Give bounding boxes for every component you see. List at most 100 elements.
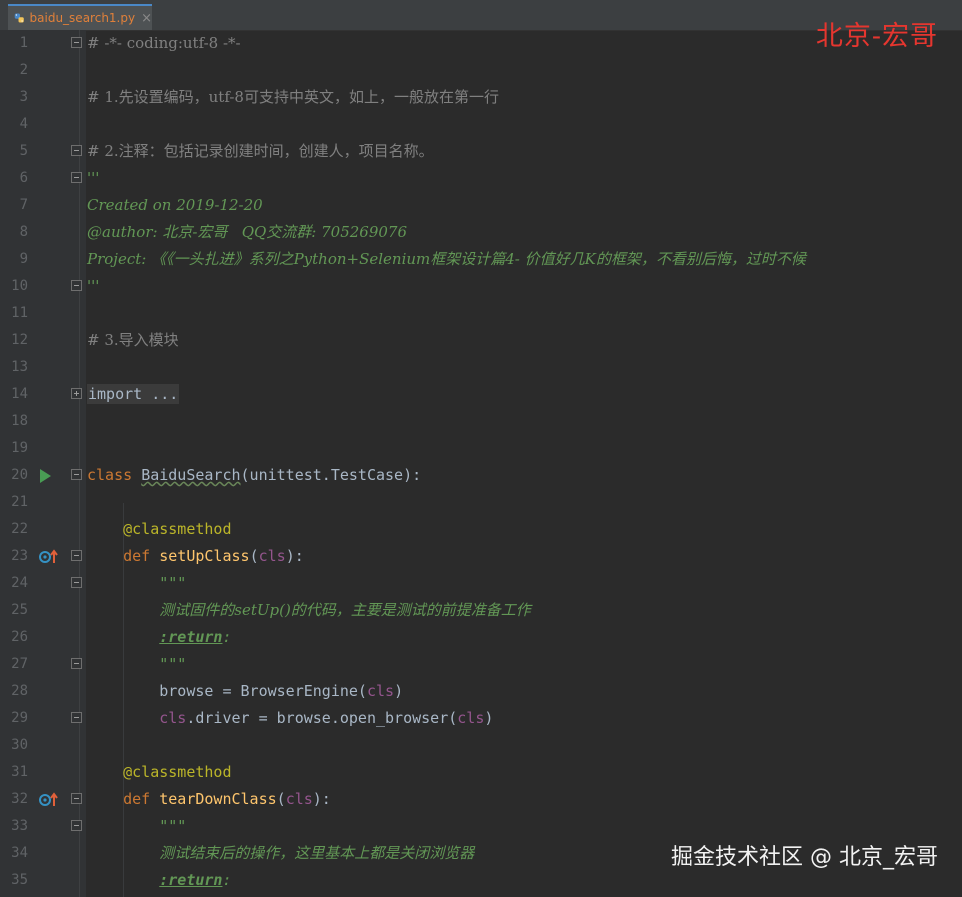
code-text: # -*- coding:utf-8 -*-: [87, 30, 241, 57]
code-line[interactable]: 10 ''': [0, 273, 962, 300]
fold-collapse-icon[interactable]: [71, 37, 82, 48]
code-line[interactable]: 32 def tearDownClass(cls):: [0, 786, 962, 813]
fold-collapse-icon[interactable]: [71, 469, 82, 480]
code-token: # 2.注释：包括记录创建时间，创建人，项目名称。: [87, 142, 434, 160]
code-line[interactable]: 19: [0, 435, 962, 462]
code-line[interactable]: 2: [0, 57, 962, 84]
code-line[interactable]: 26 :return:: [0, 624, 962, 651]
fold-collapse-icon[interactable]: [71, 577, 82, 588]
line-number: 10: [11, 278, 28, 294]
code-line[interactable]: 35 :return:: [0, 867, 962, 894]
code-line[interactable]: 13: [0, 354, 962, 381]
code-text: :return:: [87, 867, 232, 894]
code-text: Created on 2019-12-20: [87, 192, 263, 219]
code-token: ''': [87, 277, 100, 295]
code-text: :return:: [87, 624, 231, 651]
fold-collapse-icon[interactable]: [71, 793, 82, 804]
code-line[interactable]: 1 # -*- coding:utf-8 -*-: [0, 30, 962, 57]
fold-collapse-icon[interactable]: [71, 280, 82, 291]
code-line[interactable]: 11: [0, 300, 962, 327]
code-text: """: [87, 651, 186, 678]
code-line[interactable]: 7 Created on 2019-12-20: [0, 192, 962, 219]
code-token: Project: 《《一头扎进》系列之Python+Selenium框架设计篇4…: [87, 250, 806, 268]
fold-collapse-icon[interactable]: [71, 145, 82, 156]
code-text: ''': [87, 165, 99, 192]
code-token: cls: [457, 709, 485, 727]
code-line[interactable]: 21: [0, 489, 962, 516]
line-number: 30: [11, 737, 28, 753]
code-line[interactable]: 8 @author: 北京-宏哥 QQ交流群: 705269076: [0, 219, 962, 246]
code-line[interactable]: 25 测试固件的setUp()的代码，主要是测试的前提准备工作: [0, 597, 962, 624]
watermark-community: 掘金技术社区 @ 北京_宏哥: [671, 845, 938, 870]
code-line[interactable]: 28 browse = BrowserEngine(cls): [0, 678, 962, 705]
code-token: :: [222, 871, 232, 889]
code-line[interactable]: 33 """: [0, 813, 962, 840]
fold-collapse-icon[interactable]: [71, 712, 82, 723]
line-number: 35: [11, 872, 28, 888]
code-text: """: [87, 570, 186, 597]
code-line[interactable]: 30: [0, 732, 962, 759]
code-line[interactable]: 3 # 1.先设置编码，utf-8可支持中英文，如上，一般放在第一行: [0, 84, 962, 111]
line-number: 14: [11, 386, 28, 402]
tab-filename: baidu_search1.py: [29, 11, 136, 25]
line-number: 21: [11, 494, 28, 510]
line-number: 8: [19, 224, 28, 240]
code-token: tearDownClass: [159, 790, 277, 808]
code-token: cls: [159, 709, 187, 727]
code-line[interactable]: 12 # 3.导入模块: [0, 327, 962, 354]
fold-expand-icon[interactable]: [71, 388, 82, 399]
code-line[interactable]: 18: [0, 408, 962, 435]
code-line[interactable]: 31 @classmethod: [0, 759, 962, 786]
code-token: setUpClass: [159, 547, 250, 565]
code-text: # 2.注释：包括记录创建时间，创建人，项目名称。: [87, 138, 434, 165]
code-line[interactable]: 6 ''': [0, 165, 962, 192]
code-text: browse = BrowserEngine(cls): [87, 678, 403, 705]
tab-baidu-search1[interactable]: baidu_search1.py ×: [8, 4, 152, 30]
line-number: 31: [11, 764, 28, 780]
code-token: ):: [312, 790, 331, 808]
code-text: 测试固件的setUp()的代码，主要是测试的前提准备工作: [87, 597, 531, 624]
code-text: ''': [87, 273, 99, 300]
code-line[interactable]: 29 cls.driver = browse.open_browser(cls): [0, 705, 962, 732]
code-token: :return: [159, 871, 223, 889]
fold-collapse-icon[interactable]: [71, 820, 82, 831]
code-token: def: [123, 547, 160, 565]
line-number: 5: [19, 143, 28, 159]
code-line[interactable]: 20 class BaiduSearch(unittest.TestCase):: [0, 462, 962, 489]
code-text: Project: 《《一头扎进》系列之Python+Selenium框架设计篇4…: [87, 246, 806, 273]
code-token: @classmethod: [123, 520, 232, 538]
line-number: 4: [19, 116, 28, 132]
code-line[interactable]: 9 Project: 《《一头扎进》系列之Python+Selenium框架设计篇…: [0, 246, 962, 273]
line-number: 18: [11, 413, 28, 429]
code-line[interactable]: 24 """: [0, 570, 962, 597]
code-line[interactable]: 23 def setUpClass(cls):: [0, 543, 962, 570]
code-line[interactable]: 5 # 2.注释：包括记录创建时间，创建人，项目名称。: [0, 138, 962, 165]
fold-collapse-icon[interactable]: [71, 550, 82, 561]
code-token: # 3.导入模块: [87, 331, 179, 349]
code-line[interactable]: 27 """: [0, 651, 962, 678]
python-file-icon: [14, 13, 24, 23]
line-number: 7: [19, 197, 28, 213]
code-token: def: [123, 790, 160, 808]
code-line[interactable]: 22 @classmethod: [0, 516, 962, 543]
code-token: 测试结束后的操作，这里基本上都是关闭浏览器: [159, 844, 475, 862]
run-icon[interactable]: [40, 469, 51, 483]
override-method-icon[interactable]: [39, 549, 59, 565]
line-number: 20: [11, 467, 28, 483]
code-line[interactable]: 4: [0, 111, 962, 138]
fold-collapse-icon[interactable]: [71, 172, 82, 183]
override-method-icon[interactable]: [39, 792, 59, 808]
line-number: 19: [11, 440, 28, 456]
fold-collapse-icon[interactable]: [71, 658, 82, 669]
code-line[interactable]: 14 import ...: [0, 381, 962, 408]
close-icon[interactable]: ×: [141, 11, 152, 26]
